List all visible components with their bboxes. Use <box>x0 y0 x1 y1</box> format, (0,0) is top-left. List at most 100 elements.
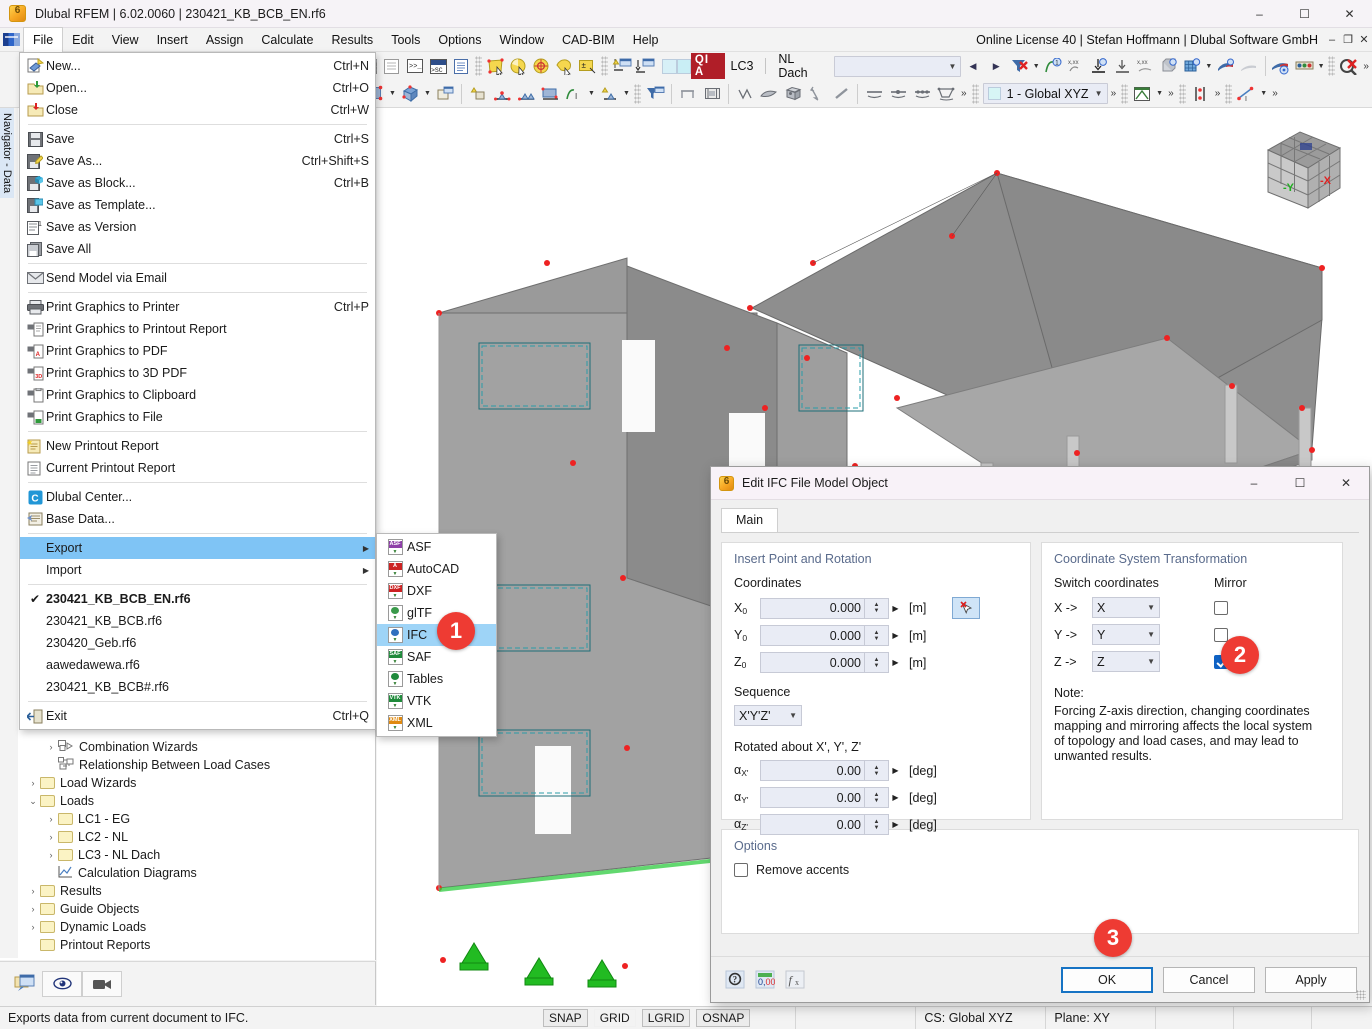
window-maximize-button[interactable]: ☐ <box>1282 0 1327 28</box>
coordinate-z-more-icon[interactable]: ▶ <box>889 658 902 667</box>
menu-file[interactable]: File <box>23 27 63 53</box>
menu-results[interactable]: Results <box>323 28 383 52</box>
render-line-icon[interactable] <box>829 82 853 106</box>
pick-point-button[interactable] <box>952 597 980 619</box>
dialog-maximize-button[interactable]: ☐ <box>1277 467 1323 500</box>
window-minimize-button[interactable]: – <box>1237 0 1282 28</box>
menu-cad-bim[interactable]: CAD-BIM <box>553 28 624 52</box>
support-reaction-alt-icon[interactable] <box>1111 54 1134 78</box>
display-filter-icon[interactable] <box>643 82 667 106</box>
toolbar-overflow-button-2[interactable]: » <box>958 88 970 99</box>
result-diagram-grey-icon[interactable] <box>1237 54 1260 78</box>
select-target-icon[interactable] <box>530 54 553 78</box>
menu-edit[interactable]: Edit <box>63 28 103 52</box>
quick-info-badge[interactable]: QI A <box>691 53 725 79</box>
navigator-windows-icon[interactable] <box>8 971 42 997</box>
tree-expander-icon[interactable]: ⌄ <box>26 796 40 807</box>
mdi-minimize-button[interactable]: – <box>1324 29 1340 51</box>
tree-item-combination-wizards[interactable]: ›Combination Wizards <box>8 738 375 756</box>
tree-item-printout-reports[interactable]: Printout Reports <box>8 936 375 954</box>
tree-expander-icon[interactable]: › <box>44 742 58 752</box>
file-menu-item-save-all[interactable]: Save All <box>20 238 375 260</box>
tree-item-relationship-between-load-cases[interactable]: Relationship Between Load Cases <box>8 756 375 774</box>
tree-item-lc2-nl[interactable]: ›LC2 - NL <box>8 828 375 846</box>
work-plane-icon[interactable] <box>1130 82 1154 106</box>
rotation-z-more-icon[interactable]: ▶ <box>889 820 902 829</box>
surface-support-icon[interactable] <box>538 82 562 106</box>
rotation-x-stepper[interactable]: ▲▼ <box>865 760 889 781</box>
show-deformation-icon[interactable]: 1 <box>1042 54 1065 78</box>
dimension-surface-icon[interactable] <box>934 82 958 106</box>
file-menu-dropdown[interactable]: New...Ctrl+NOpen...Ctrl+OCloseCtrl+WSave… <box>19 52 376 730</box>
sequence-dropdown[interactable]: X'Y'Z' ▼ <box>734 705 802 726</box>
tree-expander-icon[interactable]: › <box>44 814 58 824</box>
file-menu-item-print-graphics-to-clipboard[interactable]: Print Graphics to Clipboard <box>20 384 375 406</box>
chevron-down-icon[interactable]: ▼ <box>387 82 398 106</box>
tree-expander-icon[interactable]: › <box>44 850 58 860</box>
export-submenu-item-saf[interactable]: SAFSAF <box>377 646 496 668</box>
dialog-resize-grip[interactable] <box>1356 990 1366 1000</box>
load-case-down-icon[interactable] <box>633 54 656 78</box>
coordinate-x-input[interactable]: 0.000 <box>760 598 865 619</box>
render-surface-icon[interactable] <box>757 82 781 106</box>
file-menu-item-close[interactable]: CloseCtrl+W <box>20 99 375 121</box>
coordinate-y-more-icon[interactable]: ▶ <box>889 631 902 640</box>
render-cube-icon[interactable] <box>781 82 805 106</box>
values-on-surfaces-icon[interactable]: x,xx <box>1134 54 1157 78</box>
result-diagram-icon[interactable] <box>1214 54 1237 78</box>
rotation-x-input[interactable]: 0.00 <box>760 760 865 781</box>
nodal-support-icon[interactable] <box>490 82 514 106</box>
select-objects-icon[interactable] <box>484 54 507 78</box>
tree-item-dynamic-loads[interactable]: ›Dynamic Loads <box>8 918 375 936</box>
console-icon[interactable]: >>_ <box>403 54 426 78</box>
tree-item-results[interactable]: ›Results <box>8 882 375 900</box>
member-hinge-icon[interactable]: I <box>562 82 586 106</box>
rotation-z-stepper[interactable]: ▲▼ <box>865 814 889 835</box>
toolbar-overflow-button-4[interactable]: » <box>1165 88 1177 99</box>
file-menu-item-dlubal-center[interactable]: CDlubal Center... <box>20 486 375 508</box>
file-menu-item-230420-geb-rf6[interactable]: 230420_Geb.rf6 <box>20 632 375 654</box>
file-menu-item-230421-kb-bcb-rf6[interactable]: 230421_KB_BCB.rf6 <box>20 610 375 632</box>
dimension-mid-icon[interactable] <box>886 82 910 106</box>
select-box-icon[interactable]: ± <box>576 54 599 78</box>
toolbar-overflow-button[interactable]: » <box>1360 61 1372 72</box>
tree-item-lc3-nl-dach[interactable]: ›LC3 - NL Dach <box>8 846 375 864</box>
tree-item-guide-objects[interactable]: ›Guide Objects <box>8 900 375 918</box>
ok-button[interactable]: OK <box>1061 967 1153 993</box>
render-solid-icon[interactable] <box>700 82 724 106</box>
select-circle-icon[interactable] <box>507 54 530 78</box>
results-display-settings-icon[interactable] <box>1269 54 1292 78</box>
file-menu-item-save[interactable]: SaveCtrl+S <box>20 128 375 150</box>
mdi-close-button[interactable]: ✕ <box>1356 29 1372 51</box>
table-list-icon[interactable] <box>380 54 403 78</box>
chevron-down-icon[interactable]: ▼ <box>1258 82 1269 106</box>
coordinate-x-stepper[interactable]: ▲▼ <box>865 598 889 619</box>
menu-insert[interactable]: Insert <box>148 28 197 52</box>
cancel-button[interactable]: Cancel <box>1163 967 1255 993</box>
file-menu-item-open[interactable]: Open...Ctrl+O <box>20 77 375 99</box>
file-menu-item-save-as[interactable]: Save As...Ctrl+Shift+S <box>20 150 375 172</box>
help-icon[interactable]: ? <box>723 969 747 991</box>
menu-options[interactable]: Options <box>429 28 490 52</box>
surface-results-icon[interactable] <box>1180 54 1203 78</box>
coordinate-z-stepper[interactable]: ▲▼ <box>865 652 889 673</box>
units-icon[interactable]: 0,00 <box>753 969 777 991</box>
status-toggle-osnap[interactable]: OSNAP <box>696 1009 750 1027</box>
chevron-down-icon[interactable]: ▼ <box>1031 54 1042 78</box>
file-menu-item-print-graphics-to-pdf[interactable]: APrint Graphics to PDF <box>20 340 375 362</box>
mdi-restore-button[interactable]: ❐ <box>1340 29 1356 51</box>
line-support-icon[interactable] <box>514 82 538 106</box>
toolbar-overflow-button-3[interactable]: » <box>1108 88 1120 99</box>
tree-expander-icon[interactable]: › <box>26 886 40 896</box>
edit-ifc-file-model-object-dialog[interactable]: Edit IFC File Model Object – ☐ ✕ Main In… <box>710 466 1370 1003</box>
coordinate-x-more-icon[interactable]: ▶ <box>889 604 902 613</box>
file-menu-item-exit[interactable]: ExitCtrl+Q <box>20 705 375 727</box>
mirror-x-checkbox[interactable] <box>1214 601 1228 615</box>
render-smooth-icon[interactable] <box>733 82 757 106</box>
measure-icon[interactable]: I <box>1234 82 1258 106</box>
transform-y-dropdown[interactable]: Y ▼ <box>1092 624 1160 645</box>
chevron-down-icon[interactable]: ▼ <box>586 82 597 106</box>
chevron-down-icon[interactable]: ▼ <box>422 82 433 106</box>
chevron-down-icon[interactable]: ▼ <box>1316 54 1327 78</box>
menu-calculate[interactable]: Calculate <box>252 28 322 52</box>
